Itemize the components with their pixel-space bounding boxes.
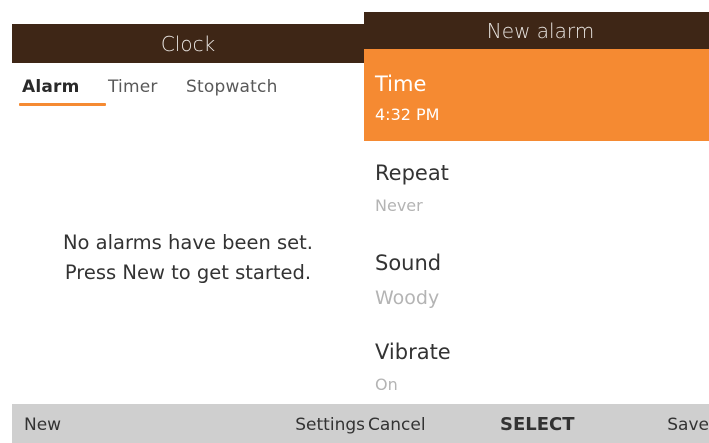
settings-softkey[interactable]: Settings <box>295 415 364 435</box>
active-tab-indicator <box>19 103 106 106</box>
empty-state-message: No alarms have been set. Press New to ge… <box>12 228 364 288</box>
new-alarm-screen: New alarm Time 4:32 PM Repeat Never Soun… <box>364 12 709 443</box>
sound-value: Woody <box>375 287 440 309</box>
time-value: 4:32 PM <box>375 105 440 124</box>
save-softkey[interactable]: Save <box>667 415 709 435</box>
clock-title: Clock <box>160 32 216 56</box>
repeat-row[interactable]: Repeat Never <box>364 141 709 233</box>
time-label: Time <box>375 72 427 96</box>
repeat-value: Never <box>375 196 423 215</box>
clock-tabs: Alarm Timer Stopwatch <box>12 63 364 119</box>
empty-state-line-2: Press New to get started. <box>64 261 312 284</box>
clock-softkey-bar: New Settings <box>12 404 364 443</box>
tab-stopwatch[interactable]: Stopwatch <box>186 77 278 97</box>
vibrate-value: On <box>375 375 398 394</box>
new-alarm-title: New alarm <box>486 19 595 43</box>
sound-row[interactable]: Sound Woody <box>364 233 709 325</box>
cancel-softkey[interactable]: Cancel <box>368 415 426 435</box>
new-alarm-softkey-bar: Cancel SELECT Save <box>364 404 709 443</box>
clock-header: Clock <box>12 24 364 63</box>
new-softkey[interactable]: New <box>24 415 61 435</box>
tab-alarm[interactable]: Alarm <box>22 77 80 97</box>
new-alarm-header: New alarm <box>364 12 709 49</box>
clock-screen: Clock Alarm Timer Stopwatch No alarms ha… <box>12 24 364 443</box>
tab-timer[interactable]: Timer <box>108 77 158 97</box>
select-softkey[interactable]: SELECT <box>500 414 575 435</box>
time-row[interactable]: Time 4:32 PM <box>364 49 709 141</box>
repeat-label: Repeat <box>375 161 449 185</box>
vibrate-row[interactable]: Vibrate On <box>364 325 709 404</box>
sound-label: Sound <box>375 251 442 275</box>
vibrate-label: Vibrate <box>375 340 451 364</box>
empty-state-line-1: No alarms have been set. <box>62 231 314 254</box>
